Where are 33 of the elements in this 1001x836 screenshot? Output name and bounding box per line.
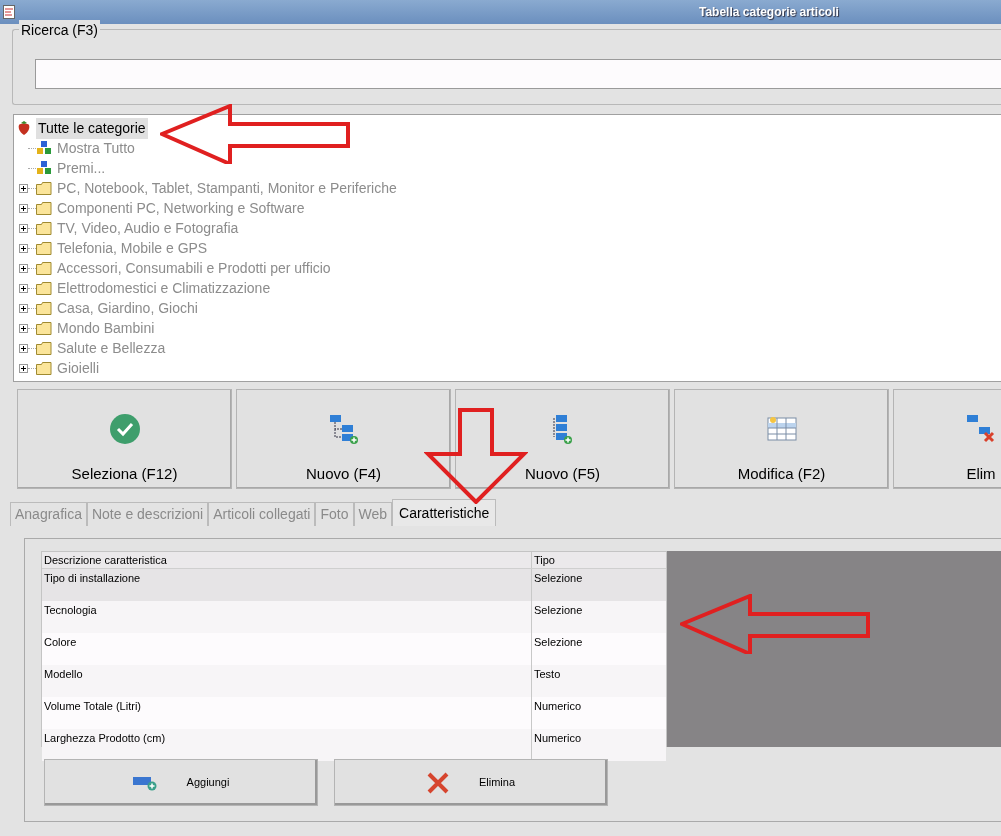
tree-item[interactable]: Mostra Tutto <box>57 137 135 159</box>
table-cell-text: Numerico <box>533 699 582 714</box>
window-title: Tabella categorie articoli <box>699 4 839 21</box>
column-header[interactable]: Tipo <box>532 552 555 568</box>
tree-item[interactable]: Mondo Bambini <box>57 317 155 339</box>
tree-item[interactable]: Accessori, Consumabili e Prodotti per ufficio <box>57 257 331 279</box>
search-label: Ricerca (F3) <box>19 20 100 41</box>
table-row[interactable]: Tipo di installazione Selezione <box>42 569 666 601</box>
table-cell-text: Numerico <box>533 731 582 746</box>
tree-item[interactable]: Elettrodomestici e Climatizzazione <box>57 277 271 299</box>
toolbar-button[interactable]: Seleziona (F12) <box>17 389 232 489</box>
tree-item[interactable]: PC, Notebook, Tablet, Stampanti, Monitor e Periferiche <box>57 177 397 199</box>
column-header[interactable]: Descrizione caratteristica <box>42 552 532 568</box>
table-cell-text: Selezione <box>533 571 583 586</box>
tree-item[interactable]: Premi... <box>57 157 106 179</box>
table-row[interactable]: Modello Testo <box>42 665 666 697</box>
tree-item[interactable]: Componenti PC, Networking e Software <box>57 197 305 219</box>
table-cell-text: Selezione <box>533 603 583 618</box>
tab[interactable]: Caratteristiche <box>392 499 497 526</box>
action-button[interactable]: Aggiungi <box>44 759 318 806</box>
table-cell-text: Selezione <box>533 635 583 650</box>
toolbar-button[interactable]: Modifica (F2) <box>674 389 889 489</box>
table-row[interactable]: Volume Totale (Litri) Numerico <box>42 697 666 729</box>
table-row[interactable]: Tecnologia Selezione <box>42 601 666 633</box>
action-button[interactable]: Elimina <box>334 759 608 806</box>
toolbar-button[interactable]: Nuovo (F5) <box>455 389 670 489</box>
table-row[interactable]: Colore Selezione <box>42 633 666 665</box>
tree-item[interactable]: Tutte le categorie <box>36 117 148 139</box>
tree-item[interactable]: Gioielli <box>57 357 99 379</box>
table-row[interactable]: Larghezza Prodotto (cm) Numerico <box>42 729 666 761</box>
table-cell-text: Testo <box>533 667 561 682</box>
toolbar-button[interactable]: Elim <box>893 389 1001 489</box>
toolbar-button[interactable]: Nuovo (F4) <box>236 389 451 489</box>
